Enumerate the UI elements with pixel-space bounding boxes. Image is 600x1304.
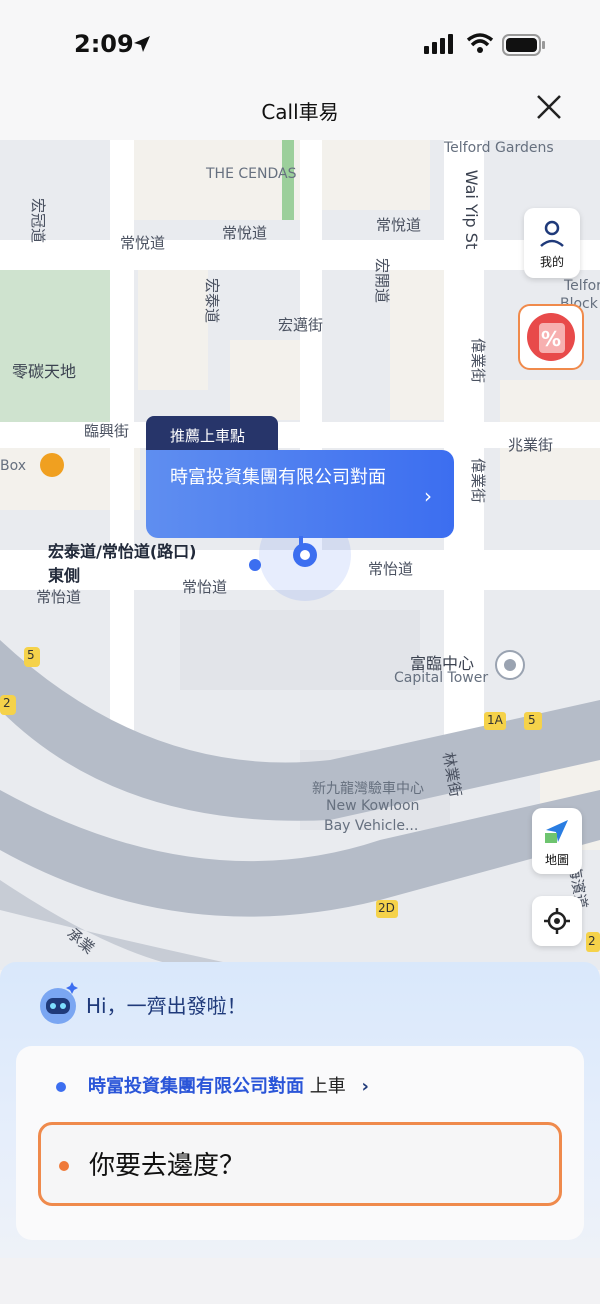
pickup-point-name: 時富投資集團有限公司對面 [170,467,386,488]
status-bar: 2:09 [0,0,600,88]
profile-button-label: 我的 [539,255,564,269]
map-label-sheung-yuet-road-1: 常悅道 [120,234,166,252]
promo-button[interactable]: % [518,304,584,370]
map-label-telford-gardens: Telford Gardens [444,140,554,156]
map-label-lam-hing-st: 臨興街 [84,422,130,440]
map-navigation-icon [545,820,568,843]
status-time: 2:09 [74,30,134,58]
map-label-box: Box [0,458,27,474]
svg-text:%: % [541,327,561,351]
location-arrow-icon [134,36,150,52]
road-shield-5a: 5 [27,648,35,662]
road-shield-2d: 2D [378,901,395,915]
map-label-sheung-yee-road-1: 常怡道 [36,588,82,606]
map-label-sheung-yee-road-3: 常怡道 [368,560,414,578]
page-title: Call車易 [261,100,339,124]
trip-card: 時富投資集團有限公司對面 上車 › 你要去邊度？ [16,1046,584,1240]
map-label-wang-kwun-road: 宏冠道 [29,197,48,244]
map-label-wai-yip-st: Wai Yip St [462,169,482,250]
nearby-pickup-label[interactable]: 宏泰道/常怡道(路口) 東側 [48,540,196,588]
close-icon[interactable] [534,92,564,122]
map-view-button-label: 地圖 [544,853,569,867]
map-view[interactable]: THE CENDAS Telford Gardens Telford Ga Bl… [0,140,600,970]
robot-assistant-icon [40,982,78,1024]
map-label-cendas: THE CENDAS [206,166,297,182]
map-label-siu-yip-st: 兆業街 [508,436,554,454]
pickup-pin-stem [299,536,303,550]
map-view-button[interactable]: 地圖 [532,808,582,874]
map-label-wang-kee-road: 宏開道 [373,257,392,304]
profile-button[interactable]: 我的 [524,208,580,278]
nav-bar: Call車易 [0,88,600,140]
map-label-wang-chiu-road: 宏邁街 [278,316,324,334]
map-label-sheung-yuet-road-3: 常悅道 [376,216,422,234]
greeting-text: Hi，一齊出發啦！ [86,994,247,1018]
recenter-button[interactable] [532,896,582,946]
nearby-pickup-line2: 東側 [48,566,81,585]
map-label-capital-tower: Capital Tower [394,670,489,686]
discount-icon: % [527,313,575,361]
map-label-telford-ga: Telford Ga [564,278,600,294]
destination-input[interactable]: 你要去邊度？ [38,1122,562,1206]
user-icon [540,220,564,247]
destination-dot-icon [59,1161,69,1171]
battery-icon [502,34,545,56]
chevron-right-icon: › [424,484,432,508]
map-label-wai-yip-jie-2: 偉業街 [469,457,488,504]
pickup-location-row[interactable]: 時富投資集團有限公司對面 上車 › [56,1072,369,1098]
crosshair-icon [544,908,570,934]
map-label-new-kowloon-en2: Bay Vehicle... [324,818,419,834]
road-shield-5b: 5 [528,713,536,727]
road-shield-2: 2 [3,696,11,710]
destination-placeholder: 你要去邊度？ [89,1151,246,1181]
pickup-suffix: 上車 [309,1076,346,1097]
map-label-zero-carbon: 零碳天地 [12,362,77,381]
map-label-wang-tai-road: 宏泰道 [203,277,222,324]
map-label-new-kowloon-en1: New Kowloon [326,798,420,814]
wifi-icon [466,33,494,53]
map-label-sheung-yuet-road-2: 常悅道 [222,224,268,242]
pickup-location-name: 時富投資集團有限公司對面 [88,1076,304,1097]
road-shield-1a: 1A [487,713,503,727]
chevron-right-icon: › [361,1076,369,1097]
pickup-point-card[interactable]: 時富投資集團有限公司對面 › [146,450,454,538]
trip-sheet: Hi，一齊出發啦！ 時富投資集團有限公司對面 上車 › 你要去邊度？ [0,962,600,1258]
cellular-signal-icon [424,34,453,54]
road-shield-2b: 2 [588,934,596,948]
map-label-wai-yip-jie-1: 偉業街 [469,337,488,384]
map-label-new-kowloon-cn: 新九龍灣驗車中心 [312,781,424,797]
recommended-pickup-tag: 推薦上車點 [146,416,278,454]
pickup-dot-icon [56,1082,66,1092]
home-indicator-area [0,1258,600,1304]
nearby-pickup-line1: 宏泰道/常怡道(路口) [48,542,197,561]
